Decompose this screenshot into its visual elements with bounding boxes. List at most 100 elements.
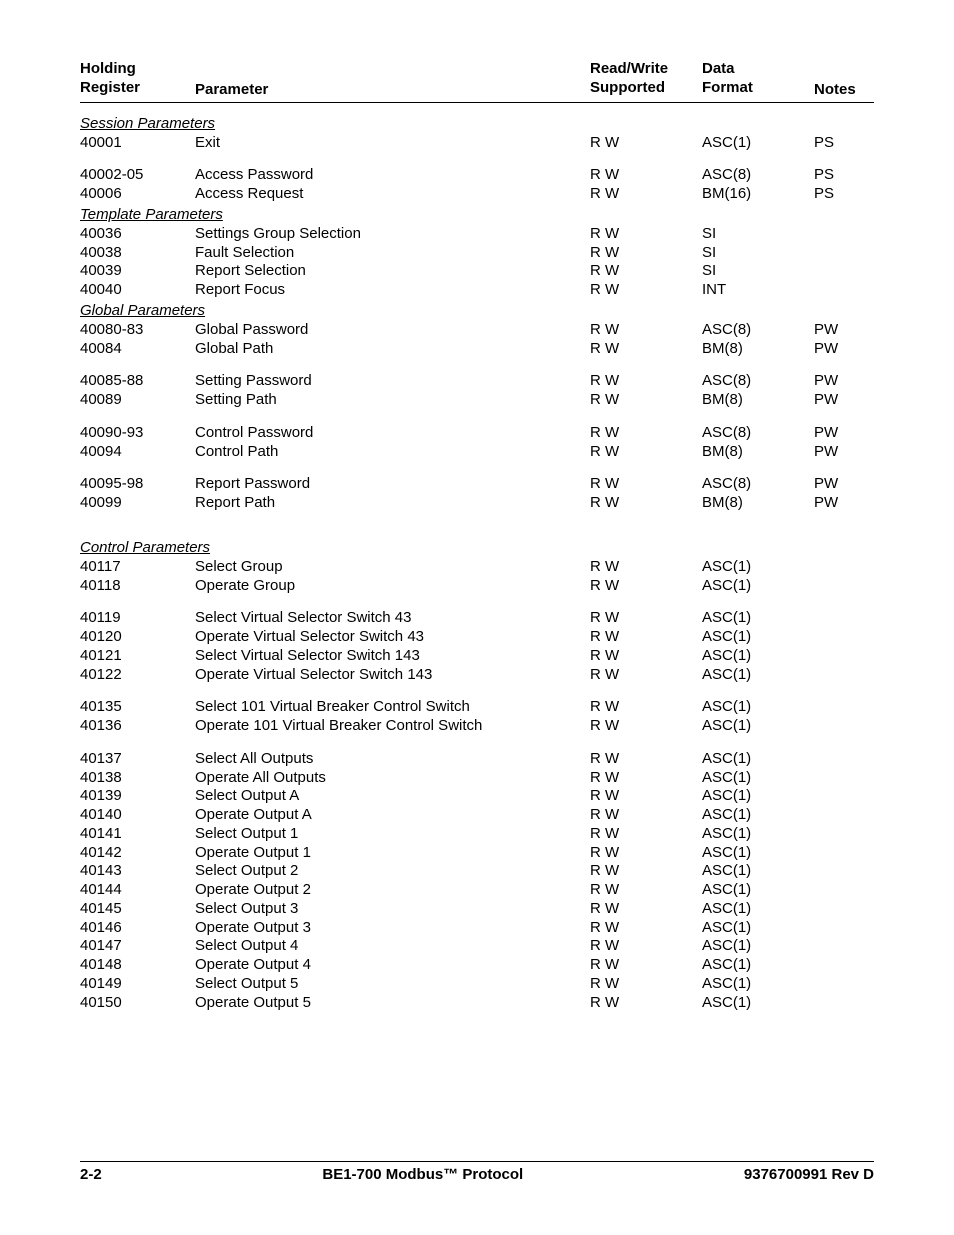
cell-rw: R W (590, 994, 702, 1013)
table-row: 40119Select Virtual Selector Switch 43R … (80, 609, 874, 628)
cell-register: 40089 (80, 391, 195, 410)
table-row: 40139Select Output AR WASC(1) (80, 787, 874, 806)
cell-format: ASC(8) (702, 475, 814, 494)
cell-notes: PS (814, 185, 874, 204)
cell-format: ASC(1) (702, 134, 814, 153)
cell-notes (814, 262, 874, 281)
cell-rw: R W (590, 281, 702, 300)
cell-rw: R W (590, 475, 702, 494)
cell-rw: R W (590, 609, 702, 628)
row-gap (80, 410, 874, 424)
cell-parameter: Control Path (195, 443, 590, 462)
cell-format: ASC(1) (702, 844, 814, 863)
cell-notes: PW (814, 443, 874, 462)
section-title: Global Parameters (80, 302, 874, 319)
cell-format: SI (702, 244, 814, 263)
row-gap (80, 736, 874, 750)
cell-register: 40147 (80, 937, 195, 956)
cell-format: ASC(8) (702, 424, 814, 443)
cell-rw: R W (590, 185, 702, 204)
cell-rw: R W (590, 321, 702, 340)
cell-parameter: Report Path (195, 494, 590, 513)
cell-register: 40094 (80, 443, 195, 462)
cell-rw: R W (590, 881, 702, 900)
cell-notes: PW (814, 372, 874, 391)
cell-register: 40039 (80, 262, 195, 281)
cell-notes (814, 577, 874, 596)
cell-register: 40036 (80, 225, 195, 244)
cell-register: 40148 (80, 956, 195, 975)
page: Holding Register Parameter Read/Write Su… (0, 0, 954, 1235)
cell-format: BM(8) (702, 340, 814, 359)
cell-format: BM(8) (702, 443, 814, 462)
table-row: 40117Select GroupR WASC(1) (80, 558, 874, 577)
cell-register: 40140 (80, 806, 195, 825)
cell-notes (814, 844, 874, 863)
cell-format: ASC(1) (702, 558, 814, 577)
cell-rw: R W (590, 244, 702, 263)
cell-format: ASC(1) (702, 806, 814, 825)
table-row: 40099Report PathR WBM(8)PW (80, 494, 874, 513)
cell-notes: PW (814, 321, 874, 340)
cell-register: 40002-05 (80, 166, 195, 185)
row-gap (80, 152, 874, 166)
cell-notes (814, 244, 874, 263)
cell-notes (814, 900, 874, 919)
cell-notes (814, 862, 874, 881)
header-format-l1: Data (702, 60, 735, 77)
cell-parameter: Global Path (195, 340, 590, 359)
cell-notes (814, 647, 874, 666)
cell-parameter: Fault Selection (195, 244, 590, 263)
cell-format: ASC(1) (702, 919, 814, 938)
cell-rw: R W (590, 919, 702, 938)
table-body: Session Parameters40001ExitR WASC(1)PS40… (80, 115, 874, 1013)
cell-parameter: Setting Password (195, 372, 590, 391)
cell-rw: R W (590, 628, 702, 647)
cell-register: 40001 (80, 134, 195, 153)
table-row: 40147Select Output 4R WASC(1) (80, 937, 874, 956)
cell-notes (814, 281, 874, 300)
cell-parameter: Select Output 1 (195, 825, 590, 844)
table-row: 40006Access RequestR WBM(16)PS (80, 185, 874, 204)
cell-register: 40095-98 (80, 475, 195, 494)
table-row: 40149Select Output 5R WASC(1) (80, 975, 874, 994)
cell-rw: R W (590, 862, 702, 881)
table-row: 40146Operate Output 3R WASC(1) (80, 919, 874, 938)
cell-notes (814, 628, 874, 647)
table-row: 40137Select All OutputsR WASC(1) (80, 750, 874, 769)
cell-format: ASC(1) (702, 750, 814, 769)
cell-rw: R W (590, 166, 702, 185)
cell-rw: R W (590, 787, 702, 806)
cell-format: ASC(8) (702, 372, 814, 391)
cell-register: 40119 (80, 609, 195, 628)
cell-format: ASC(1) (702, 577, 814, 596)
cell-register: 40146 (80, 919, 195, 938)
cell-parameter: Global Password (195, 321, 590, 340)
cell-parameter: Operate Output 3 (195, 919, 590, 938)
table-row: 40080-83Global PasswordR WASC(8)PW (80, 321, 874, 340)
cell-parameter: Operate Virtual Selector Switch 143 (195, 666, 590, 685)
cell-notes (814, 919, 874, 938)
cell-parameter: Operate Output 4 (195, 956, 590, 975)
cell-format: ASC(1) (702, 628, 814, 647)
cell-format: ASC(1) (702, 609, 814, 628)
cell-parameter: Operate Group (195, 577, 590, 596)
cell-format: BM(8) (702, 391, 814, 410)
cell-format: ASC(1) (702, 717, 814, 736)
cell-notes (814, 609, 874, 628)
cell-notes: PW (814, 475, 874, 494)
cell-notes: PS (814, 166, 874, 185)
table-row: 40121Select Virtual Selector Switch 143R… (80, 647, 874, 666)
row-gap (80, 461, 874, 475)
header-format: Data Format (702, 60, 814, 98)
table-row: 40135Select 101 Virtual Breaker Control … (80, 698, 874, 717)
cell-rw: R W (590, 225, 702, 244)
section-gap (80, 513, 874, 537)
cell-parameter: Settings Group Selection (195, 225, 590, 244)
cell-format: ASC(1) (702, 937, 814, 956)
cell-register: 40141 (80, 825, 195, 844)
cell-notes (814, 881, 874, 900)
header-parameter: Parameter (195, 60, 590, 98)
footer-left: 2-2 (80, 1166, 102, 1183)
cell-register: 40118 (80, 577, 195, 596)
